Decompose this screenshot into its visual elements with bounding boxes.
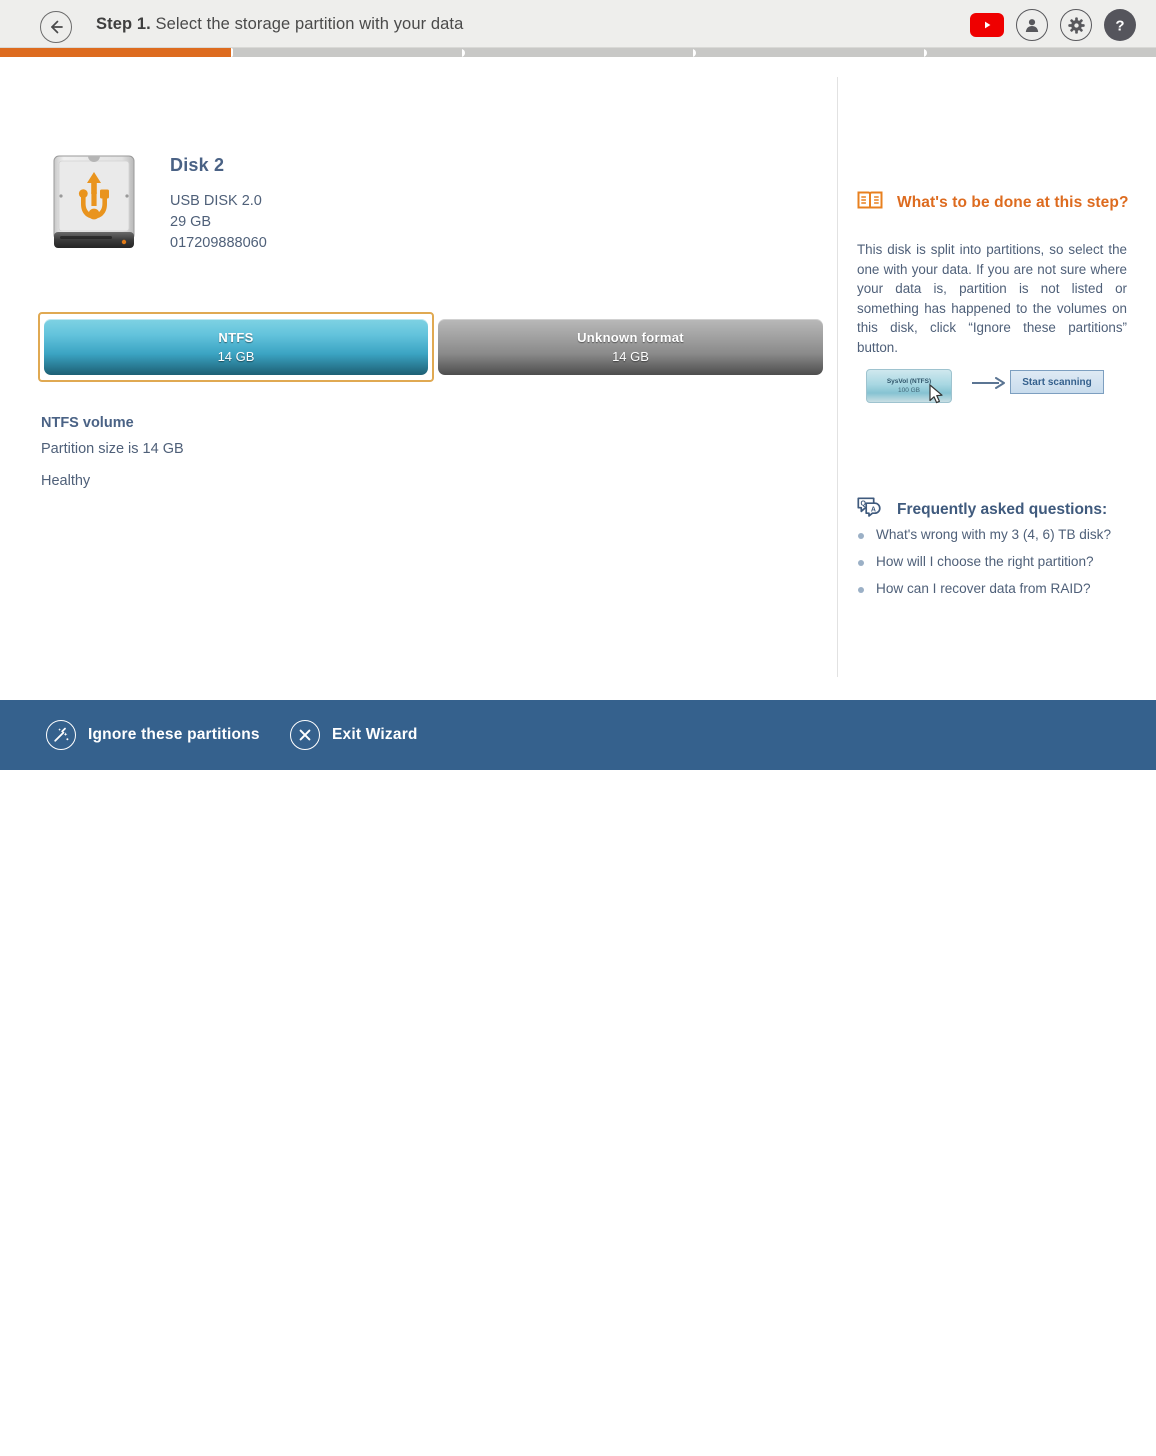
faq-item[interactable]: How can I recover data from RAID?: [858, 581, 1133, 596]
faq-link[interactable]: How will I choose the right partition?: [876, 554, 1094, 569]
disk-capacity: 29 GB: [170, 214, 212, 230]
help-panel-header: What's to be done at this step?: [857, 190, 1129, 215]
partition-size: 14 GB: [217, 349, 255, 364]
page-title: Step 1. Select the storage partition wit…: [96, 15, 463, 34]
question-answer-icon: Q A: [857, 497, 883, 522]
magic-wand-icon: [46, 720, 76, 750]
progress-separator: [693, 48, 702, 57]
faq-item[interactable]: What's wrong with my 3 (4, 6) TB disk?: [858, 527, 1133, 542]
footer-bar: Ignore these partitions Exit Wizard Star…: [0, 700, 1156, 1456]
ignore-partitions-button[interactable]: Ignore these partitions: [46, 720, 260, 750]
progress-separator: [924, 48, 933, 57]
youtube-icon[interactable]: [970, 13, 1004, 37]
faq-link[interactable]: How can I recover data from RAID?: [876, 581, 1091, 596]
exit-wizard-button[interactable]: Exit Wizard: [290, 720, 418, 750]
help-panel-body: This disk is split into partitions, so s…: [857, 242, 1127, 355]
right-arrow-icon: [972, 376, 1006, 394]
disk-serial: 017209888060: [170, 235, 267, 251]
gear-icon[interactable]: [1060, 9, 1092, 41]
ignore-partitions-label: Ignore these partitions: [88, 726, 260, 743]
volume-size-text: Partition size is 14 GB: [41, 441, 184, 457]
bullet-icon: [858, 587, 864, 593]
step-progress-bar: [0, 48, 1156, 57]
mouse-pointer-icon: [928, 384, 946, 411]
faq-link[interactable]: What's wrong with my 3 (4, 6) TB disk?: [876, 527, 1111, 542]
partition-label: NTFS: [218, 330, 254, 345]
progress-separator: [231, 48, 233, 57]
partition-unknown-format[interactable]: Unknown format 14 GB: [438, 319, 823, 375]
volume-status: Healthy: [41, 473, 91, 489]
svg-text:?: ?: [1115, 18, 1124, 35]
disk-model: USB DISK 2.0: [170, 193, 262, 209]
panel-divider: [837, 77, 838, 677]
hard-disk-usb-icon: [50, 152, 138, 257]
open-book-icon: [857, 190, 883, 215]
faq-list: What's wrong with my 3 (4, 6) TB disk? H…: [858, 527, 1133, 608]
user-account-icon[interactable]: [1016, 9, 1048, 41]
partition-ntfs[interactable]: NTFS 14 GB: [44, 319, 428, 375]
bullet-icon: [858, 533, 864, 539]
partition-label: Unknown format: [577, 330, 684, 345]
start-scanning-button[interactable]: Start scanning: [987, 1418, 1137, 1456]
volume-title: NTFS volume: [41, 415, 134, 431]
faq-title: Frequently asked questions:: [897, 500, 1108, 518]
progress-separator: [462, 48, 471, 57]
disk-name: Disk 2: [170, 155, 225, 175]
step-label: Step 1.: [96, 15, 151, 33]
close-x-icon: [290, 720, 320, 750]
back-button[interactable]: [40, 11, 72, 43]
illustration-start-scanning-button: Start scanning: [1010, 370, 1104, 394]
bullet-icon: [858, 560, 864, 566]
progress-fill: [0, 48, 231, 57]
exit-wizard-label: Exit Wizard: [332, 726, 418, 743]
faq-item[interactable]: How will I choose the right partition?: [858, 554, 1133, 569]
svg-text:Q: Q: [860, 501, 866, 508]
title-bar: Step 1. Select the storage partition wit…: [0, 0, 1156, 48]
partition-size: 14 GB: [612, 349, 649, 364]
help-panel-title: What's to be done at this step?: [897, 193, 1129, 211]
main-content: Disk 2 USB DISK 2.0 29 GB 017209888060 N…: [0, 57, 1156, 741]
svg-text:A: A: [871, 506, 876, 513]
header-icon-group: ?: [970, 9, 1136, 41]
faq-header: Q A Frequently asked questions:: [857, 497, 1107, 522]
question-mark-icon[interactable]: ?: [1104, 9, 1136, 41]
disk-metadata: USB DISK 2.0 29 GB 017209888060: [170, 191, 267, 254]
step-description: Select the storage partition with your d…: [155, 15, 464, 33]
